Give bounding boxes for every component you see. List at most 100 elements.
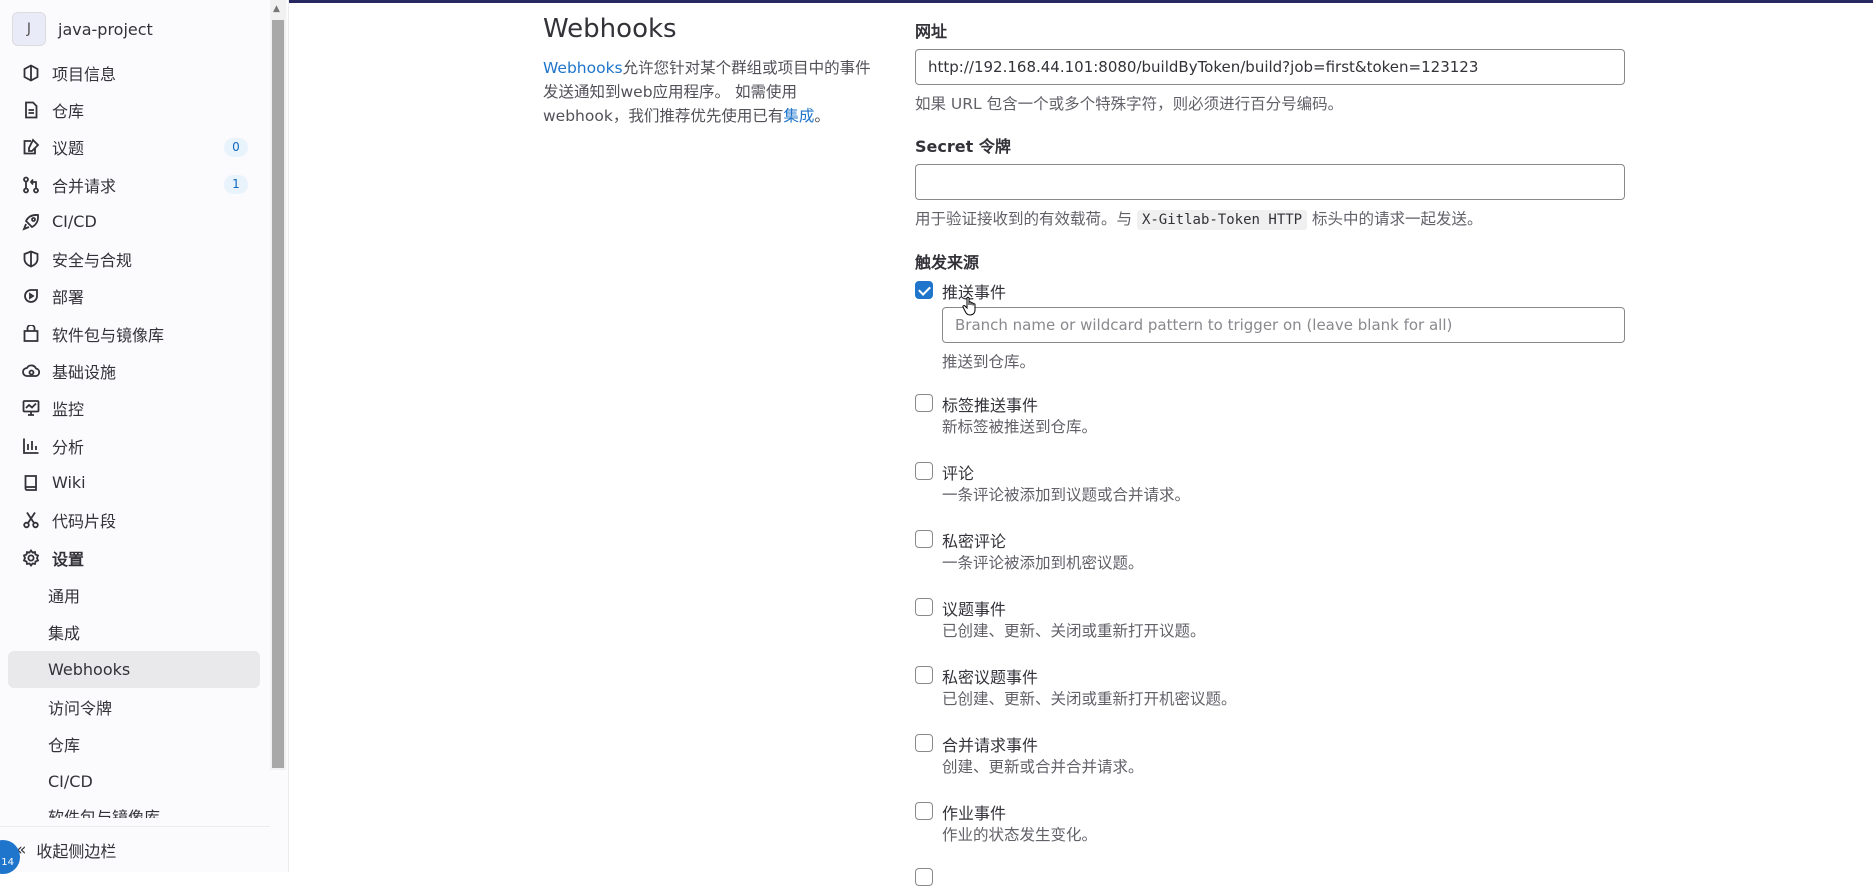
event-title[interactable]: 议题事件 <box>942 596 1006 620</box>
sidebar-subitem-integrations[interactable]: 集成 <box>8 613 260 650</box>
chart-icon <box>20 435 42 457</box>
sidebar-item-label: 议题 <box>52 139 85 159</box>
event-help: 一条评论被添加到机密议题。 <box>942 554 1144 572</box>
comments-checkbox[interactable] <box>915 462 933 480</box>
sidebar-item-label: 部署 <box>52 288 85 308</box>
sidebar-item-monitor[interactable]: 监控 <box>8 390 260 427</box>
issues-events-checkbox[interactable] <box>915 598 933 616</box>
scissors-icon <box>20 509 42 531</box>
event-help: 已创建、更新、关闭或重新打开议题。 <box>942 622 1206 640</box>
sidebar-subitem-label: 集成 <box>48 624 81 644</box>
event-help: 作业的状态发生变化。 <box>942 826 1098 844</box>
project-name: java-project <box>58 19 153 39</box>
sidebar-item-deployments[interactable]: 部署 <box>8 278 260 315</box>
merge-request-icon <box>20 174 42 196</box>
secret-token-label: Secret 令牌 <box>915 137 1011 156</box>
project-icon <box>20 62 42 84</box>
sidebar-item-packages[interactable]: 软件包与镜像库 <box>8 315 260 352</box>
issues-count-badge: 0 <box>224 137 248 157</box>
sidebar-item-label: 安全与合规 <box>52 251 133 271</box>
scrollbar-thumb[interactable] <box>272 20 284 768</box>
secret-help-pre: 用于验证接收到的有效载荷。与 <box>915 210 1133 228</box>
sidebar-item-label: 代码片段 <box>52 512 117 532</box>
secret-token-help: 用于验证接收到的有效载荷。与 X-Gitlab-Token HTTP 标头中的请… <box>915 207 1483 230</box>
sidebar-subitem-label: 通用 <box>48 586 81 606</box>
shield-icon <box>20 248 42 270</box>
sidebar-subitem-label: Webhooks <box>48 659 131 679</box>
cloud-gear-icon <box>20 360 42 382</box>
push-events-checkbox[interactable] <box>915 281 933 299</box>
event-title[interactable]: 标签推送事件 <box>942 392 1038 416</box>
sidebar-item-infrastructure[interactable]: 基础设施 <box>8 352 260 389</box>
sidebar-subitem-webhooks[interactable]: Webhooks <box>8 650 260 689</box>
event-help: 一条评论被添加到议题或合并请求。 <box>942 486 1191 504</box>
url-input[interactable]: http://192.168.44.101:8080/buildByToken/… <box>915 49 1625 85</box>
sidebar-item-settings[interactable]: 设置 <box>8 539 260 576</box>
event-title[interactable]: 评论 <box>942 460 974 484</box>
sidebar-subitem-label: 仓库 <box>48 735 81 755</box>
secret-token-input[interactable] <box>915 164 1625 200</box>
collapse-sidebar-button[interactable]: « 收起侧边栏 <box>0 826 270 872</box>
page-description: Webhooks允许您针对某个群组或项目中的事件发送通知到web应用程序。 如需… <box>543 56 873 128</box>
integrations-link[interactable]: 集成 <box>783 107 814 125</box>
job-events-checkbox[interactable] <box>915 802 933 820</box>
sidebar-item-label: 设置 <box>52 549 85 569</box>
sidebar-subitem-general[interactable]: 通用 <box>8 576 260 613</box>
push-events-help: 推送到仓库。 <box>942 353 1036 371</box>
sidebar-subitem-label: 访问令牌 <box>48 698 113 718</box>
sidebar-subitem-cicd[interactable]: CI/CD <box>8 763 260 800</box>
merge-requests-count-badge: 1 <box>224 174 248 194</box>
merge-request-events-checkbox[interactable] <box>915 734 933 752</box>
sidebar-item-cicd[interactable]: CI/CD <box>8 203 260 240</box>
next-event-checkbox[interactable] <box>915 868 933 886</box>
secret-help-post: 标头中的请求一起发送。 <box>1312 210 1483 228</box>
sidebar-item-label: 仓库 <box>52 101 85 121</box>
help-badge-count: 14 <box>1 857 14 868</box>
sidebar-scrollbar[interactable]: ▲ <box>270 0 286 770</box>
sidebar-item-label: 基础设施 <box>52 363 117 383</box>
deployments-icon <box>20 285 42 307</box>
sidebar-item-snippets[interactable]: 代码片段 <box>8 502 260 539</box>
sidebar-item-wiki[interactable]: Wiki <box>8 464 260 501</box>
webhooks-link[interactable]: Webhooks <box>543 59 623 77</box>
trigger-label: 触发来源 <box>915 253 980 272</box>
sidebar-subitem-packages[interactable]: 软件包与镜像库 <box>8 800 260 818</box>
project-header[interactable]: J java-project <box>12 10 153 48</box>
event-title[interactable]: 私密评论 <box>942 528 1006 552</box>
sidebar-item-analytics[interactable]: 分析 <box>8 427 260 464</box>
book-icon <box>20 472 42 494</box>
sidebar-subitem-label: 软件包与镜像库 <box>48 807 161 818</box>
sidebar-item-label: 监控 <box>52 400 85 420</box>
sidebar-subitem-label: CI/CD <box>48 771 93 791</box>
tag-push-events-checkbox[interactable] <box>915 394 933 412</box>
sidebar-item-issues[interactable]: 议题 0 <box>8 129 260 166</box>
document-icon <box>20 99 42 121</box>
scroll-up-arrow-icon[interactable]: ▲ <box>273 4 280 14</box>
sidebar-item-label: 分析 <box>52 437 85 457</box>
collapse-sidebar-label: 收起侧边栏 <box>36 841 117 861</box>
url-label: 网址 <box>915 22 948 41</box>
sidebar-item-label: 项目信息 <box>52 64 117 84</box>
event-help: 创建、更新或合并合并请求。 <box>942 758 1144 776</box>
sidebar-item-project-info[interactable]: 项目信息 <box>8 54 260 91</box>
confidential-issues-events-checkbox[interactable] <box>915 666 933 684</box>
sidebar-item-label: Wiki <box>52 473 86 493</box>
monitor-icon <box>20 397 42 419</box>
event-title[interactable]: 作业事件 <box>942 800 1006 824</box>
sidebar-item-repository[interactable]: 仓库 <box>8 91 260 128</box>
rocket-icon <box>20 211 42 233</box>
sidebar-subitem-repository[interactable]: 仓库 <box>8 725 260 762</box>
sidebar-item-label: 合并请求 <box>52 176 117 196</box>
event-title[interactable]: 私密议题事件 <box>942 664 1038 688</box>
branch-filter-input[interactable]: Branch name or wildcard pattern to trigg… <box>942 307 1625 343</box>
confidential-comments-checkbox[interactable] <box>915 530 933 548</box>
sidebar-item-merge-requests[interactable]: 合并请求 1 <box>8 166 260 203</box>
sidebar-subitem-access-tokens[interactable]: 访问令牌 <box>8 688 260 725</box>
event-title[interactable]: 合并请求事件 <box>942 732 1038 756</box>
sidebar-nav: 项目信息 仓库 议题 0 合并请求 1 CI/CD 安全与合规 部署 软件包与镜… <box>8 54 260 818</box>
sidebar-item-security[interactable]: 安全与合规 <box>8 240 260 277</box>
sidebar: J java-project 项目信息 仓库 议题 0 合并请求 1 CI/CD… <box>0 0 289 874</box>
secret-help-code: X-Gitlab-Token HTTP <box>1136 210 1308 230</box>
project-avatar: J <box>12 12 46 46</box>
event-help: 新标签被推送到仓库。 <box>942 418 1098 436</box>
